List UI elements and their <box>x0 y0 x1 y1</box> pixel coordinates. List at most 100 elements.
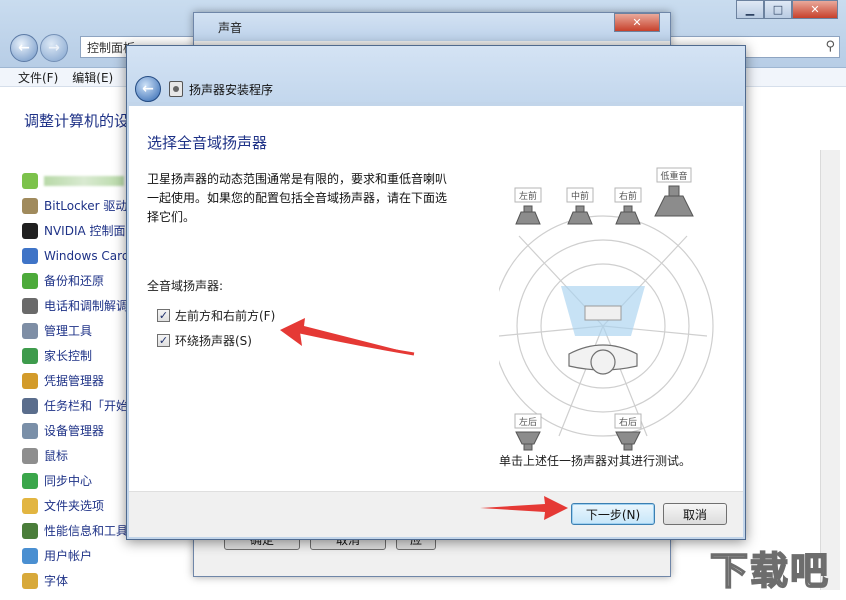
speaker-front-right[interactable] <box>615 205 641 225</box>
search-icon[interactable]: ⚲ <box>825 39 835 54</box>
tools-icon <box>22 322 38 339</box>
setup-description: 卫星扬声器的动态范围通常是有限的，要求和重低音喇叭一起使用。如果您的配置包括全音… <box>147 172 448 224</box>
forward-button[interactable]: → <box>40 34 68 62</box>
control-panel-item[interactable]: 文件夹选项 <box>22 493 132 518</box>
sound-titlebar: 声音 <box>194 13 670 41</box>
device-icon <box>22 422 38 439</box>
setup-title: 扬声器安装程序 <box>189 83 274 97</box>
control-panel-item[interactable]: 同步中心 <box>22 468 132 493</box>
sound-close-button[interactable]: ✕ <box>614 13 660 32</box>
sound-title: 声音 <box>218 20 243 35</box>
control-panel-item[interactable]: 备份和还原 <box>22 268 132 293</box>
control-panel-item[interactable]: 凭据管理器 <box>22 368 132 393</box>
control-panel-item-label: 家长控制 <box>44 349 93 363</box>
control-panel-item[interactable]: Windows Card <box>22 243 132 268</box>
control-panel-item-label: Windows Card <box>44 248 130 263</box>
next-button[interactable]: 下一步(N) <box>571 503 655 525</box>
back-arrow-icon: ← <box>142 81 154 97</box>
control-panel-item[interactable]: BitLocker 驱动 <box>22 193 132 218</box>
forward-arrow-icon: → <box>48 40 60 56</box>
control-panel-item[interactable]: 性能信息和工具 <box>22 518 132 543</box>
control-panel-item[interactable]: 家长控制 <box>22 343 132 368</box>
control-panel-item-label: 用户帐户 <box>44 549 93 563</box>
close-button[interactable]: ✕ <box>792 0 838 19</box>
front-speakers-label: 左前方和右前方(F) <box>175 309 276 323</box>
front-speakers-checkbox[interactable]: ✓ <box>157 309 170 322</box>
taskbar-icon <box>22 397 38 414</box>
phone-icon <box>22 297 38 314</box>
control-panel-item-label: 文件夹选项 <box>44 499 105 513</box>
label-rear-left: 左后 <box>519 416 537 428</box>
scrollbar[interactable] <box>820 150 840 590</box>
control-panel-item-label: 备份和还原 <box>44 274 105 288</box>
control-panel-item-label: 设备管理器 <box>44 424 105 438</box>
cardspace-icon <box>22 247 38 264</box>
speaker-front-left[interactable] <box>515 205 541 225</box>
setup-back-button[interactable]: ← <box>135 76 161 102</box>
sound-window-controls: ✕ <box>614 13 660 32</box>
control-panel-item[interactable]: 管理工具 <box>22 318 132 343</box>
control-panel-items: BitLocker 驱动 NVIDIA 控制面 Windows Card 备份和还原电… <box>22 168 132 593</box>
checkmark-icon: ✓ <box>158 309 169 322</box>
control-panel-item-label: 同步中心 <box>44 474 93 488</box>
control-panel-item[interactable]: 鼠标 <box>22 443 132 468</box>
control-panel-item[interactable]: 电话和调制解调 <box>22 293 132 318</box>
control-panel-item-label: 性能信息和工具 <box>44 524 129 538</box>
mouse-icon <box>22 447 38 464</box>
performance-icon <box>22 522 38 539</box>
back-arrow-icon: ← <box>18 40 30 56</box>
maximize-icon: □ <box>772 3 784 16</box>
monitor-icon <box>584 305 622 321</box>
control-panel-item[interactable]: 用户帐户 <box>22 543 132 568</box>
back-button[interactable]: ← <box>10 34 38 62</box>
sync-icon <box>22 472 38 489</box>
control-panel-item-label: 任务栏和「开始 <box>44 399 129 413</box>
control-panel-item-label: 鼠标 <box>44 449 69 463</box>
label-front-left: 左前 <box>519 190 537 202</box>
setup-footer: 下一步(N) 取消 <box>129 491 743 537</box>
bitlocker-icon <box>22 197 38 214</box>
speaker-setup-dialog: ← 扬声器安装程序 选择全音域扬声器 卫星扬声器的动态范围通常是有限的，要求和重… <box>126 45 746 540</box>
speaker-subwoofer[interactable] <box>654 185 694 217</box>
surround-speakers-checkbox[interactable]: ✓ <box>157 334 170 347</box>
parental-icon <box>22 347 38 364</box>
speaker-rear-left[interactable] <box>515 431 541 451</box>
label-subwoofer: 低重音 <box>660 170 687 182</box>
blurred-icon <box>22 172 38 189</box>
control-panel-item-label <box>44 175 124 186</box>
folder-icon <box>22 497 38 514</box>
surround-speakers-label: 环绕扬声器(S) <box>175 334 252 348</box>
setup-cancel-button[interactable]: 取消 <box>663 503 727 525</box>
control-panel-item[interactable]: NVIDIA 控制面 <box>22 218 132 243</box>
minimize-icon: ▁ <box>745 3 755 16</box>
control-panel-item-label: 管理工具 <box>44 324 93 338</box>
font-icon <box>22 572 38 589</box>
control-panel-item[interactable]: 字体 <box>22 568 132 593</box>
setup-body: 选择全音域扬声器 卫星扬声器的动态范围通常是有限的，要求和重低音喇叭一起使用。如… <box>129 106 743 491</box>
watermark-text: 下载吧 <box>710 549 830 593</box>
control-panel-item[interactable]: 任务栏和「开始 <box>22 393 132 418</box>
speaker-app-icon <box>169 81 183 97</box>
close-icon: ✕ <box>632 16 642 29</box>
front-speakers-option[interactable]: ✓ 左前方和右前方(F) <box>157 307 275 324</box>
maximize-button[interactable]: □ <box>764 0 792 19</box>
control-panel-heading: 调整计算机的设 <box>24 112 130 130</box>
speaker-rear-right[interactable] <box>615 431 641 451</box>
credential-icon <box>22 372 38 389</box>
speaker-center[interactable] <box>567 205 593 225</box>
full-range-group-label: 全音域扬声器: <box>147 279 224 293</box>
control-panel-item-label: NVIDIA 控制面 <box>44 224 126 238</box>
menu-edit[interactable]: 编辑(E) <box>72 69 113 86</box>
checkmark-icon: ✓ <box>158 334 169 347</box>
control-panel-item-label: 凭据管理器 <box>44 374 105 388</box>
label-front-right: 右前 <box>619 190 637 202</box>
test-hint-text: 单击上述任一扬声器对其进行测试。 <box>499 454 692 468</box>
minimize-button[interactable]: ▁ <box>736 0 764 19</box>
control-panel-item[interactable] <box>22 168 132 193</box>
control-panel-item[interactable]: 设备管理器 <box>22 418 132 443</box>
control-panel-item-label: BitLocker 驱动 <box>44 199 128 213</box>
surround-speakers-option[interactable]: ✓ 环绕扬声器(S) <box>157 332 252 349</box>
watermark-logo: 下载吧 <box>709 548 830 594</box>
menu-file[interactable]: 文件(F) <box>18 69 58 86</box>
user-icon <box>22 547 38 564</box>
